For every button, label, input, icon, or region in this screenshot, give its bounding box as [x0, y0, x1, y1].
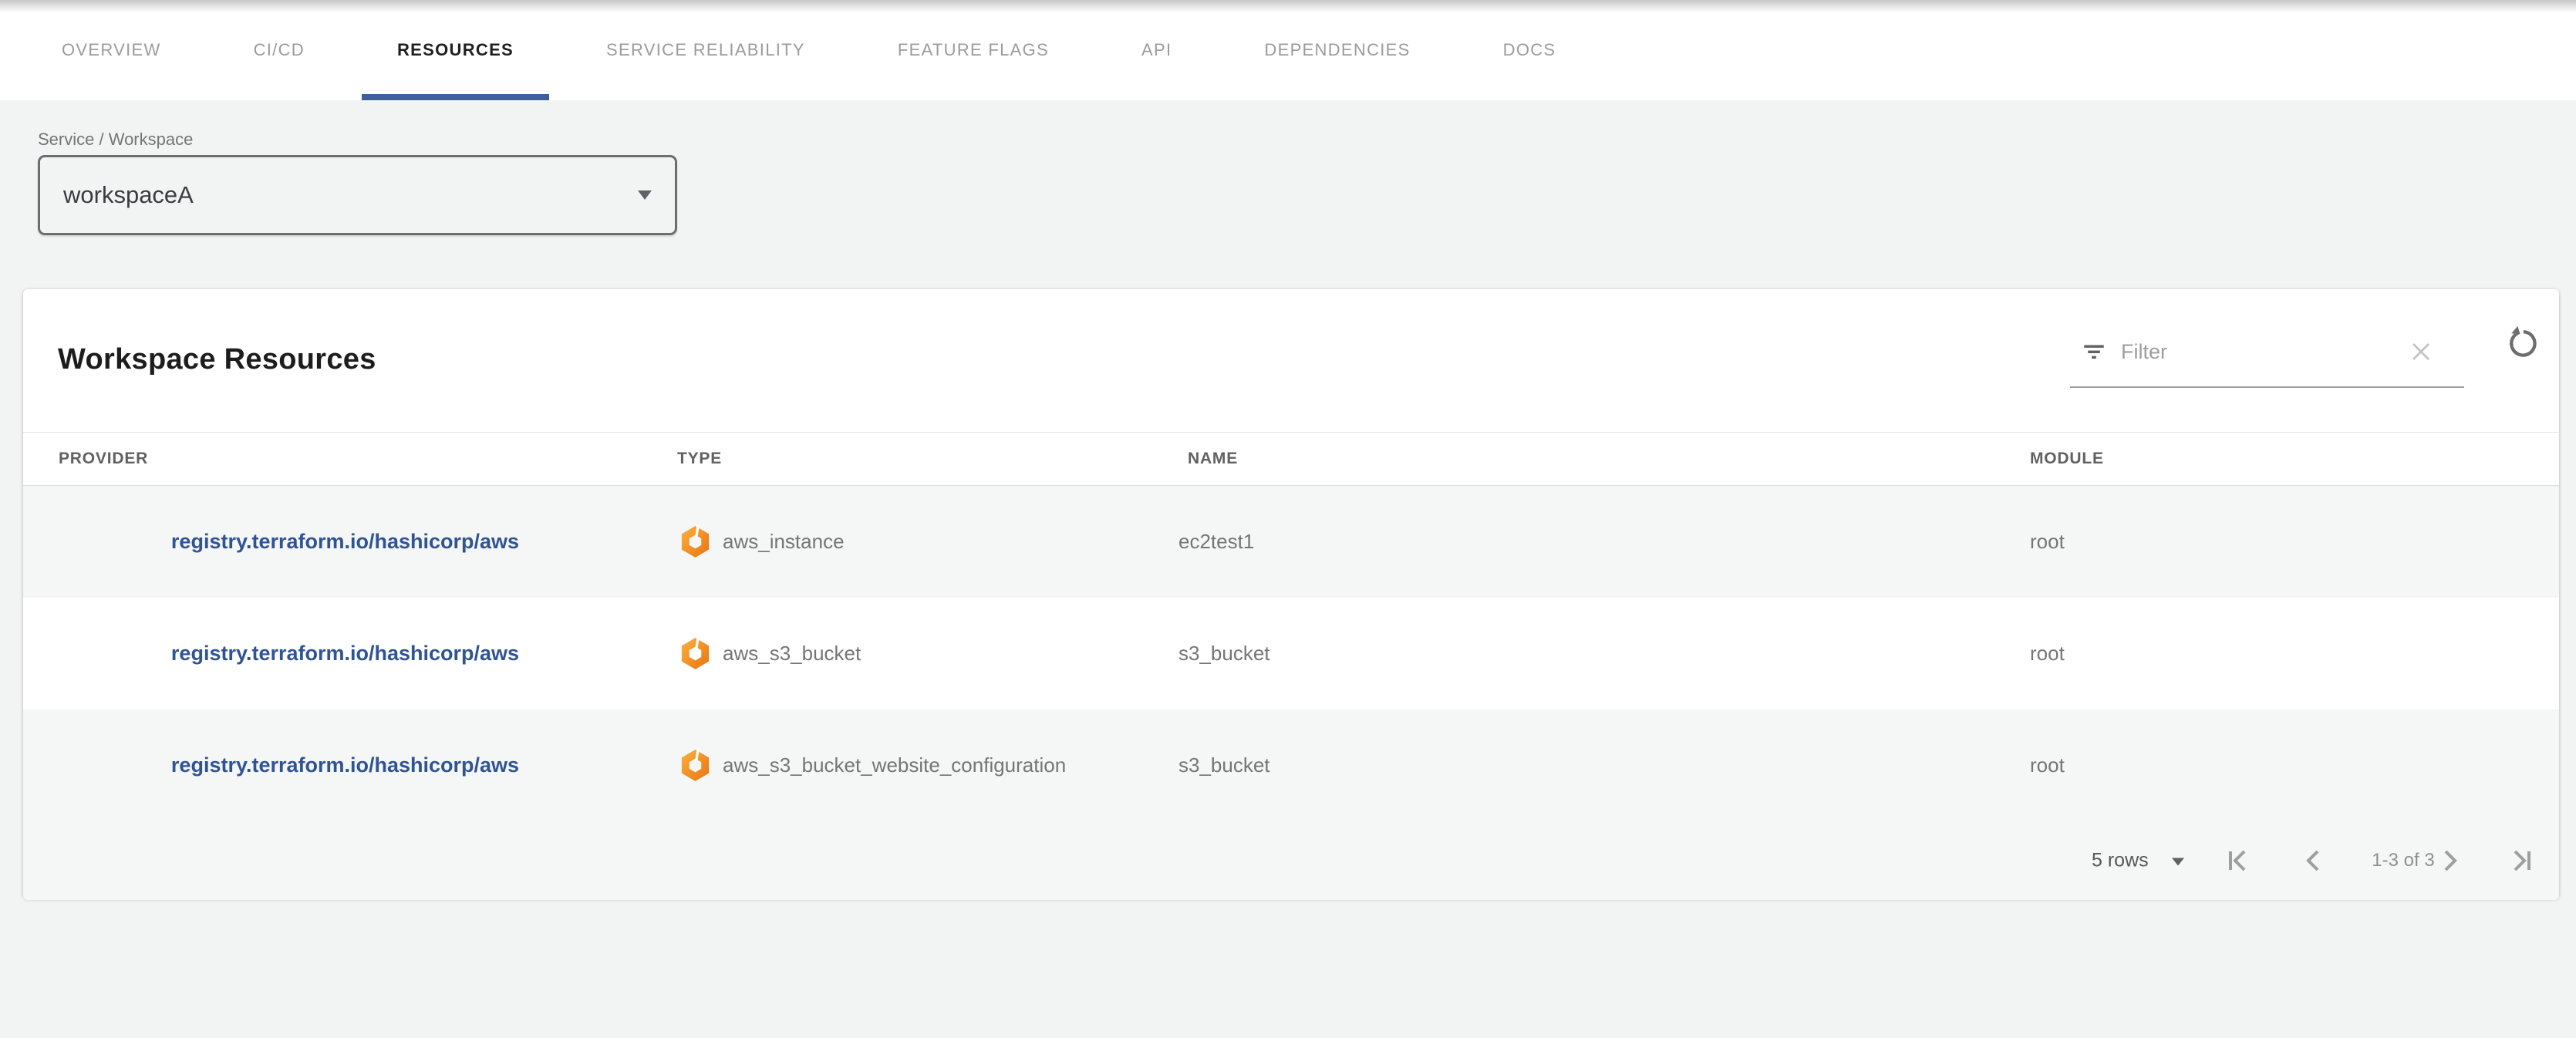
tab-bar: OVERVIEW CI/CD RESOURCES SERVICE RELIABI… [0, 0, 2576, 100]
tab-feature-flags[interactable]: FEATURE FLAGS [851, 0, 1095, 100]
aws-provider-icon [677, 635, 713, 672]
table-row: registry.terraform.io/hashicorp/aws aws_… [23, 598, 2559, 709]
caret-down-icon [2172, 858, 2184, 866]
last-page-icon[interactable] [2504, 842, 2541, 879]
clear-filter-icon[interactable] [2406, 336, 2436, 367]
column-header-provider: PROVIDER [59, 450, 148, 468]
card-title: Workspace Resources [58, 343, 376, 376]
service-workspace-selector: Service / Workspace workspaceA [38, 130, 2576, 235]
type-cell: aws_s3_bucket_website_configuration [667, 747, 1176, 784]
resource-name: s3_bucket [1176, 642, 2017, 666]
resource-type: aws_s3_bucket [723, 642, 861, 666]
service-workspace-label: Service / Workspace [38, 130, 2576, 150]
type-cell: aws_s3_bucket [667, 635, 1176, 672]
provider-link[interactable]: registry.terraform.io/hashicorp/aws [171, 530, 519, 553]
tab-api[interactable]: API [1095, 0, 1218, 100]
resource-name: ec2test1 [1176, 530, 2017, 554]
workspace-resources-card: Workspace Resources PROVIDER TYPE NAME M… [23, 289, 2559, 898]
tab-dependencies[interactable]: DEPENDENCIES [1218, 0, 1456, 100]
table-header-row: PROVIDER TYPE NAME MODULE [23, 432, 2559, 486]
card-header: Workspace Resources [23, 289, 2559, 432]
tab-overview[interactable]: OVERVIEW [15, 0, 207, 100]
column-header-type: TYPE [677, 450, 722, 468]
resource-module: root [2017, 530, 2559, 554]
rows-per-page-select[interactable]: 5 rows [2092, 850, 2184, 872]
provider-cell: registry.terraform.io/hashicorp/aws [23, 642, 667, 666]
resource-name: s3_bucket [1176, 753, 2017, 777]
table-footer: 5 rows 1-3 of 3 [23, 821, 2559, 900]
resource-type: aws_instance [723, 530, 845, 554]
provider-link[interactable]: registry.terraform.io/hashicorp/aws [171, 753, 519, 777]
filter-input[interactable] [2119, 339, 2406, 365]
rows-per-page-value: 5 rows [2092, 850, 2149, 872]
workspace-select-value: workspaceA [63, 181, 638, 209]
previous-page-icon[interactable] [2295, 842, 2332, 879]
caret-down-icon [638, 190, 652, 200]
tab-docs[interactable]: DOCS [1457, 0, 1603, 100]
pagination-range: 1-3 of 3 [2372, 850, 2434, 871]
aws-provider-icon [677, 747, 713, 784]
provider-link[interactable]: registry.terraform.io/hashicorp/aws [171, 642, 519, 665]
resource-type: aws_s3_bucket_website_configuration [723, 753, 1066, 777]
filter-list-icon [2081, 339, 2107, 365]
tab-resources[interactable]: RESOURCES [351, 0, 560, 100]
column-header-name: NAME [1188, 450, 1238, 468]
aws-provider-icon [677, 524, 713, 560]
workspace-select[interactable]: workspaceA [38, 155, 677, 235]
resource-module: root [2017, 642, 2559, 666]
column-header-module: MODULE [2030, 450, 2104, 468]
type-cell: aws_instance [667, 524, 1176, 560]
tab-service-reliability[interactable]: SERVICE RELIABILITY [560, 0, 851, 100]
tab-cicd[interactable]: CI/CD [207, 0, 351, 100]
provider-cell: registry.terraform.io/hashicorp/aws [23, 753, 667, 777]
filter-field [2070, 317, 2464, 388]
next-page-icon[interactable] [2431, 842, 2468, 879]
refresh-icon[interactable] [2502, 323, 2542, 363]
table-row: registry.terraform.io/hashicorp/aws aws_… [23, 486, 2559, 598]
table-row: registry.terraform.io/hashicorp/aws aws_… [23, 709, 2559, 821]
provider-cell: registry.terraform.io/hashicorp/aws [23, 530, 667, 554]
first-page-icon[interactable] [2219, 842, 2256, 879]
resource-module: root [2017, 753, 2559, 777]
